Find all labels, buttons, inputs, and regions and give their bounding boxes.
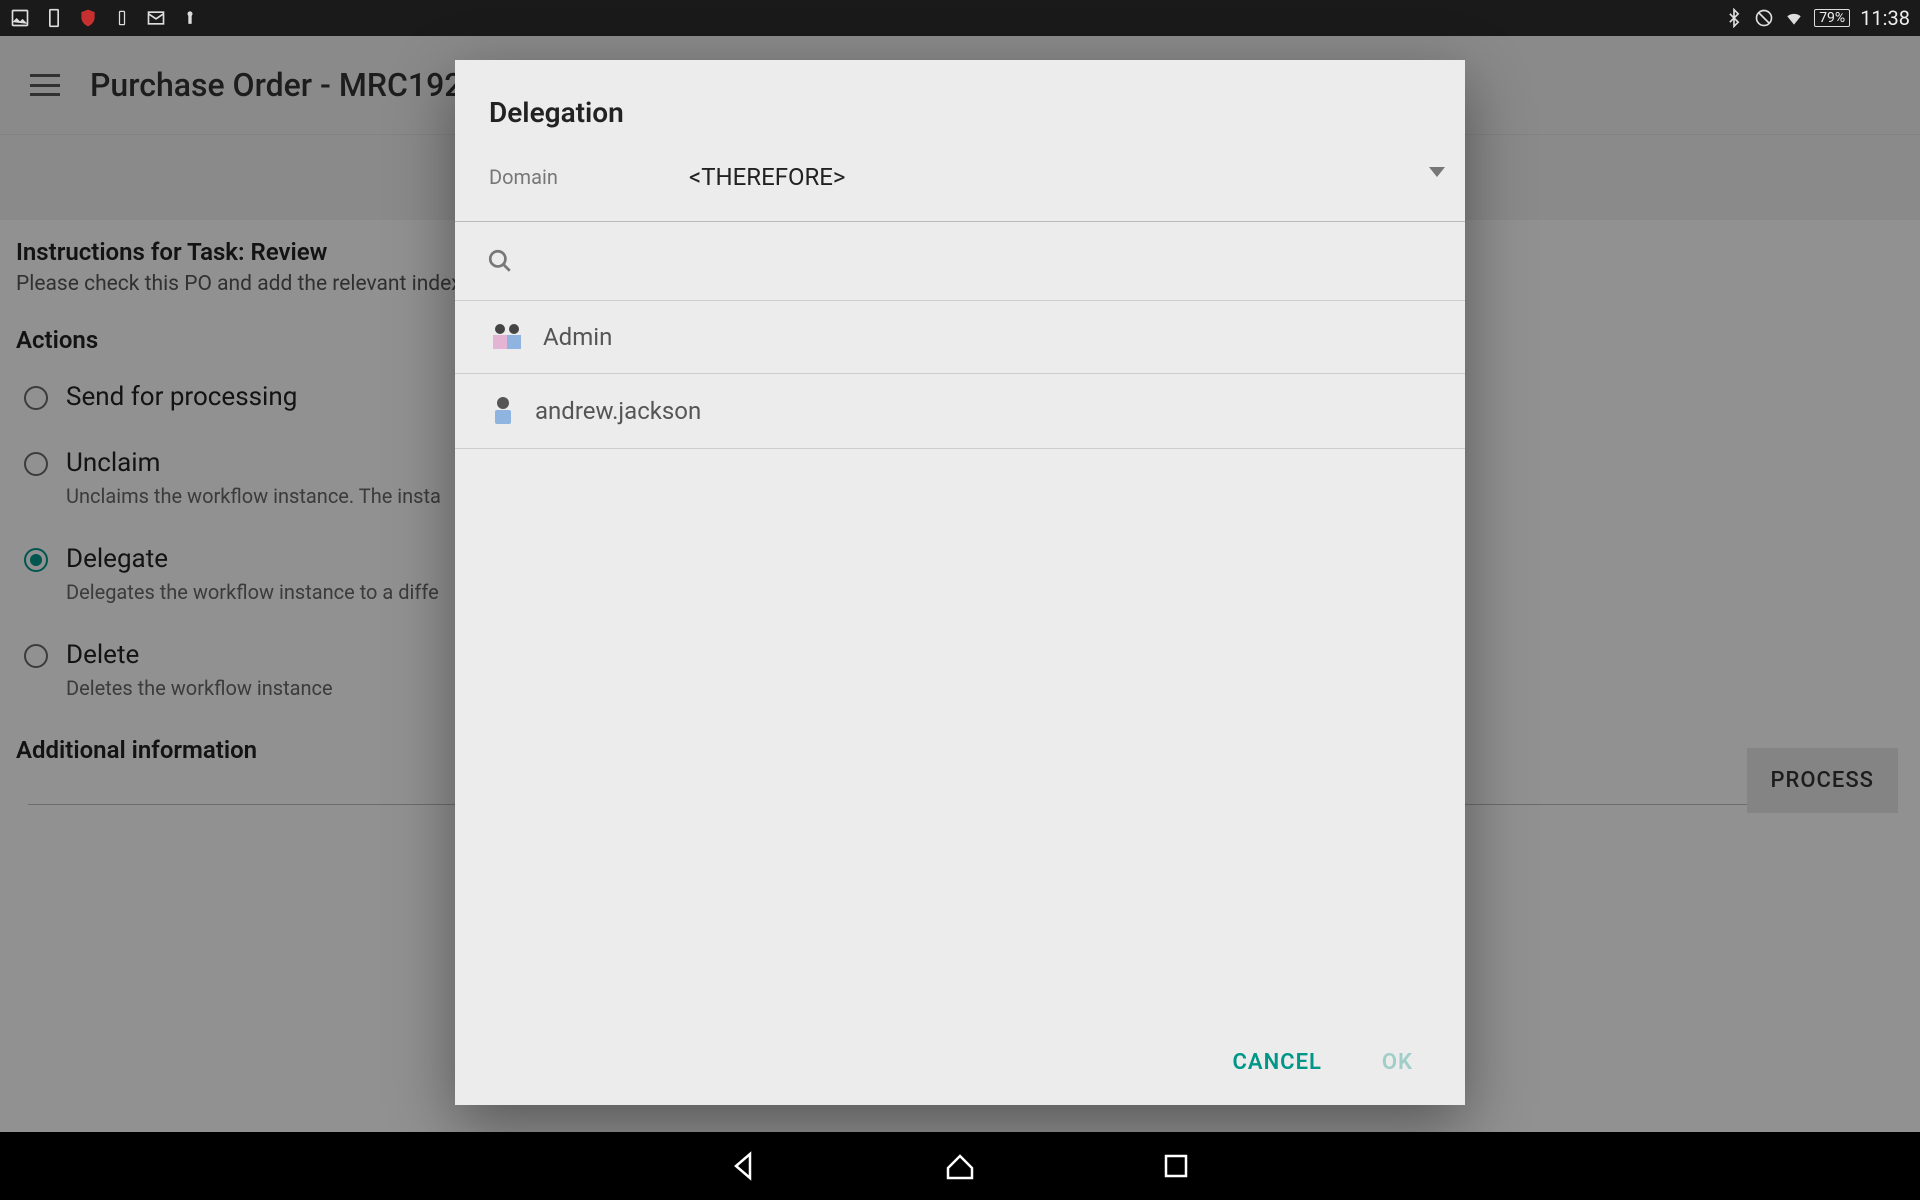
status-bar: 79% 11:38 <box>0 0 1920 36</box>
cancel-button[interactable]: CANCEL <box>1233 1050 1322 1075</box>
back-button[interactable] <box>726 1148 762 1184</box>
mail-icon <box>146 8 166 28</box>
user-icon <box>491 396 515 426</box>
group-icon <box>491 323 523 351</box>
wifi-icon <box>1784 8 1804 28</box>
device-icon <box>44 8 64 28</box>
navigation-bar <box>0 1132 1920 1200</box>
user-name: Admin <box>543 323 612 351</box>
home-button[interactable] <box>942 1148 978 1184</box>
user-list: Admin andrew.jackson <box>455 300 1465 449</box>
shield-icon <box>78 8 98 28</box>
bluetooth-icon <box>1724 8 1744 28</box>
chevron-down-icon <box>1429 167 1445 177</box>
search-input[interactable] <box>455 222 1465 300</box>
gallery-icon <box>10 8 30 28</box>
domain-value: <THEREFORE> <box>689 163 845 191</box>
recent-apps-button[interactable] <box>1158 1148 1194 1184</box>
battery-indicator: 79% <box>1814 9 1850 27</box>
list-item-admin[interactable]: Admin <box>455 300 1465 374</box>
lock-icon <box>180 8 200 28</box>
clock: 11:38 <box>1860 6 1910 30</box>
domain-label: Domain <box>489 165 689 189</box>
ok-button[interactable]: OK <box>1382 1050 1413 1075</box>
delegation-dialog: Delegation Domain <THEREFORE> Admin andr… <box>455 60 1465 1105</box>
search-icon <box>487 259 513 278</box>
usb-icon <box>112 8 132 28</box>
dialog-title: Delegation <box>455 60 1465 143</box>
no-sim-icon <box>1754 8 1774 28</box>
list-item-user[interactable]: andrew.jackson <box>455 374 1465 449</box>
domain-selector[interactable]: Domain <THEREFORE> <box>455 143 1465 221</box>
user-name: andrew.jackson <box>535 397 701 425</box>
